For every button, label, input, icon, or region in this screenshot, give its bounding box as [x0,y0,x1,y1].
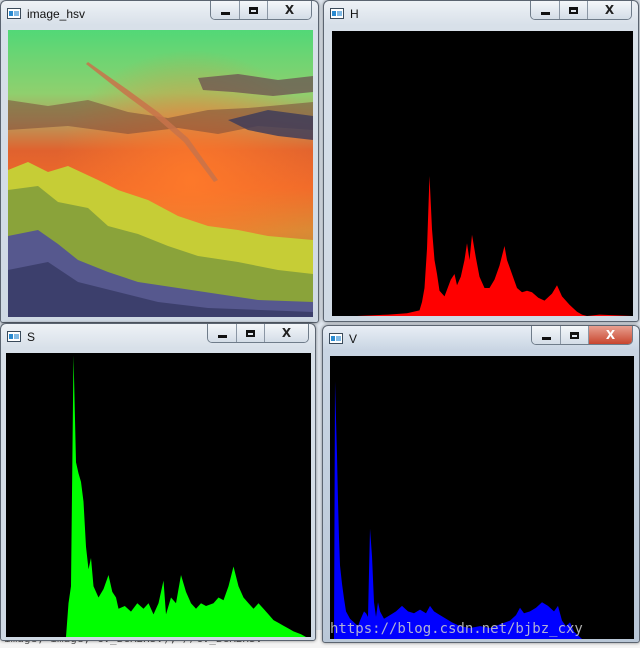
close-button[interactable]: X [264,324,308,342]
v-histogram-canvas: https://blog.csdn.net/bjbz_cxy [330,356,634,639]
v-histogram-window[interactable]: V X https://blog.csdn.net/bjbz_cxy [322,325,640,643]
close-icon: X [281,326,292,340]
image-hsv-canvas [8,30,313,317]
v-histogram-area [330,381,634,639]
window-title: H [350,7,359,21]
minimize-button[interactable] [211,1,239,19]
window-controls: X [207,324,309,343]
minimize-icon [541,336,551,340]
window-controls: X [531,326,633,345]
window-app-icon [329,333,343,344]
window-app-icon [7,331,21,342]
csdn-watermark: https://blog.csdn.net/bjbz_cxy [330,621,583,637]
minimize-button[interactable] [531,1,559,19]
window-title: image_hsv [27,7,86,21]
h-histogram-window[interactable]: H X [323,0,639,322]
window-controls: X [210,1,312,20]
maximize-icon [569,6,578,14]
s-histogram-window[interactable]: S X [0,323,316,641]
window-title: V [349,332,358,346]
minimize-button[interactable] [532,326,560,344]
maximize-icon [246,329,255,337]
close-icon: X [604,3,615,17]
maximize-icon [570,331,579,339]
window-app-icon [330,8,344,19]
close-button[interactable]: X [267,1,311,19]
image-hsv-window[interactable]: image_hsv X [0,0,319,323]
window-controls: X [530,1,632,20]
minimize-icon [540,11,550,15]
h-histogram-canvas [332,31,633,316]
maximize-button[interactable] [236,324,264,342]
close-button[interactable]: X [588,326,632,344]
s-histogram-area [6,355,306,637]
hsv-converted-image [8,30,313,317]
s-histogram [6,355,306,637]
minimize-icon [220,11,230,15]
close-icon: X [605,328,616,342]
maximize-button[interactable] [559,1,587,19]
window-app-icon [7,8,21,19]
s-histogram-canvas [6,353,311,637]
minimize-button[interactable] [208,324,236,342]
h-histogram-area [332,176,632,316]
maximize-icon [249,6,258,14]
title-bar[interactable]: image_hsv X [1,1,318,27]
maximize-button[interactable] [560,326,588,344]
title-bar[interactable]: S X [1,324,315,350]
close-button[interactable]: X [587,1,631,19]
maximize-button[interactable] [239,1,267,19]
title-bar[interactable]: V X [323,326,639,352]
close-icon: X [284,3,295,17]
h-histogram [332,176,632,316]
v-histogram: https://blog.csdn.net/bjbz_cxy [330,381,634,639]
title-bar[interactable]: H X [324,1,638,27]
minimize-icon [217,334,227,338]
window-title: S [27,330,36,344]
